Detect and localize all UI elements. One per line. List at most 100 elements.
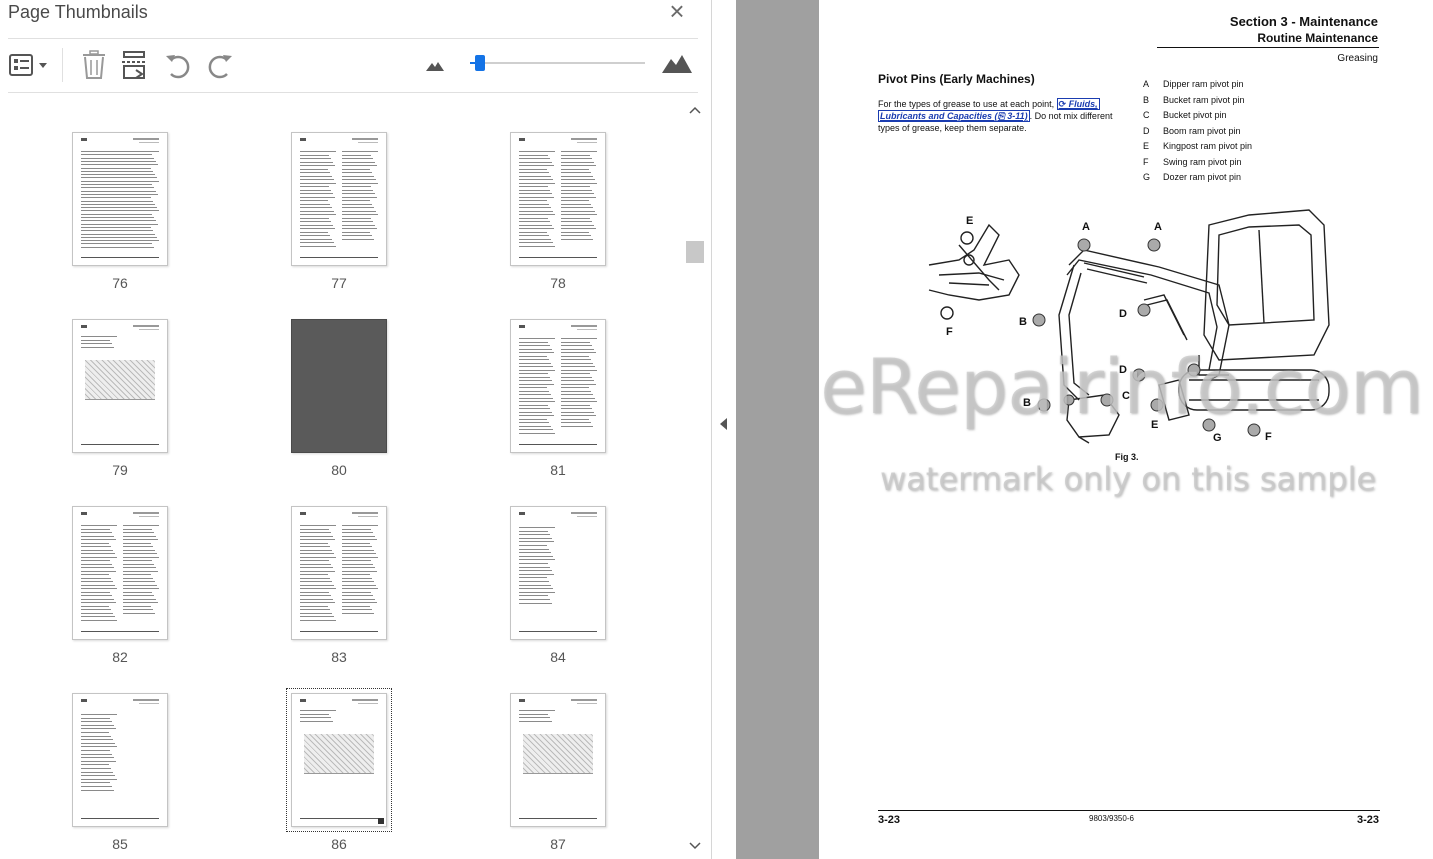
thumbnail-text-line bbox=[342, 563, 373, 565]
thumbnail-options-button[interactable] bbox=[8, 50, 50, 82]
page-thumbnail-76[interactable] bbox=[72, 132, 168, 266]
thumbnail-text-line bbox=[300, 172, 330, 173]
thumbnail-decor bbox=[577, 329, 597, 330]
grease-instructions: For the types of grease to use at each p… bbox=[878, 98, 1118, 134]
mountain-large-icon bbox=[662, 55, 692, 73]
thumbnail-text-line bbox=[81, 200, 153, 202]
rotate-cw-button[interactable] bbox=[205, 50, 235, 82]
slider-thumb[interactable] bbox=[475, 55, 485, 71]
thumbnail-text-line bbox=[300, 203, 330, 205]
thumbnail-text-line bbox=[300, 245, 336, 247]
thumbnail-text-line bbox=[81, 584, 115, 586]
page-thumbnail-86[interactable] bbox=[286, 688, 392, 832]
thumbnail-text-line bbox=[561, 362, 593, 364]
thumbnail-text-line bbox=[81, 724, 114, 726]
page-number-label: 87 bbox=[550, 836, 566, 852]
page-thumbnail-87[interactable] bbox=[510, 693, 606, 827]
scroll-up-arrow[interactable] bbox=[686, 101, 704, 119]
page-thumbnail-78[interactable] bbox=[510, 132, 606, 266]
rotate-ccw-button[interactable] bbox=[163, 50, 193, 82]
panel-splitter[interactable] bbox=[712, 0, 736, 859]
thumbnail-text-line bbox=[81, 157, 154, 159]
scroll-down-arrow[interactable] bbox=[686, 837, 704, 855]
thumbnail-text-line bbox=[81, 619, 117, 621]
thumbnail-text-line bbox=[561, 158, 592, 159]
legend-key: G bbox=[1143, 172, 1151, 182]
legend-label: Swing ram pivot pin bbox=[1163, 156, 1242, 167]
thumbnail-decor bbox=[300, 699, 306, 702]
thumbnail-text-line bbox=[342, 560, 371, 561]
thumbnail-text-line bbox=[519, 352, 554, 353]
thumbnail-text-line bbox=[342, 221, 373, 222]
thumbnail-text-line bbox=[81, 591, 110, 593]
zoom-out-thumbnails-button[interactable] bbox=[425, 58, 445, 90]
thumbnail-text-line bbox=[300, 619, 336, 621]
thumbnail-text-line bbox=[561, 387, 589, 388]
thumbnail-text-line bbox=[300, 168, 328, 170]
thumbnail-text-line bbox=[561, 376, 592, 378]
thumbnail-text-line bbox=[123, 584, 157, 586]
thumbnail-text-line bbox=[300, 567, 333, 568]
thumbnail-text-line bbox=[300, 189, 331, 191]
label-g1: G bbox=[1213, 432, 1222, 444]
thumbnail-text-line bbox=[300, 528, 329, 530]
page-thumbnail-77[interactable] bbox=[291, 132, 387, 266]
thumbnail-text-line bbox=[300, 598, 333, 600]
thumbnail-size-slider[interactable] bbox=[470, 55, 645, 71]
scrollbar-thumb[interactable] bbox=[686, 241, 704, 263]
page-thumbnail-82[interactable] bbox=[72, 506, 168, 640]
thumbnail-text-line bbox=[519, 228, 554, 229]
thumbnail-text-line bbox=[81, 528, 110, 530]
thumbnail-text-line bbox=[81, 549, 113, 551]
collapse-panel-arrow-icon[interactable] bbox=[720, 418, 727, 430]
thumbnail-decor bbox=[519, 818, 597, 819]
thumbnail-text-line bbox=[561, 352, 596, 353]
fluids-link[interactable]: ⟳ Fluids, bbox=[1056, 98, 1100, 110]
thumbnail-text-line bbox=[300, 200, 328, 201]
thumbnail-decor bbox=[352, 138, 378, 140]
legend-row: B Bucket ram pivot pin bbox=[1143, 95, 1245, 105]
thumbnail-text-line bbox=[300, 616, 334, 617]
page-number-label: 82 bbox=[112, 649, 128, 665]
page-thumbnail-84[interactable] bbox=[510, 506, 606, 640]
thumbnail-decor bbox=[133, 138, 159, 140]
thumbnail-text-line bbox=[342, 539, 377, 540]
page-thumbnail-80[interactable] bbox=[291, 319, 387, 453]
thumbnail-text-line bbox=[81, 207, 157, 209]
page-number-label: 81 bbox=[550, 462, 566, 478]
thumbnail-text-line bbox=[300, 221, 331, 222]
thumbnail-text-line bbox=[81, 735, 111, 737]
lubricants-capacities-link[interactable]: Lubricants and Capacities (⎘ 3-11) bbox=[878, 110, 1030, 122]
thumbnail-text-line bbox=[342, 224, 375, 226]
label-a2: A bbox=[1154, 221, 1162, 233]
legend-label: Kingpost ram pivot pin bbox=[1163, 141, 1253, 151]
thumbnail-decor bbox=[571, 699, 597, 701]
thumbnail-decor bbox=[358, 142, 378, 143]
thumbnail-text-line bbox=[81, 203, 155, 205]
page-thumbnail-85[interactable] bbox=[72, 693, 168, 827]
thumbnail-text-line bbox=[123, 595, 154, 596]
page-thumbnail-79[interactable] bbox=[72, 319, 168, 453]
thumbnail-text-line bbox=[81, 775, 115, 777]
thumbnail-text-line bbox=[300, 154, 329, 156]
thumbnail-text-line bbox=[561, 235, 591, 236]
thumbnail-text-line bbox=[561, 179, 595, 180]
page-thumbnail-83[interactable] bbox=[291, 506, 387, 640]
legend-key: A bbox=[1143, 79, 1150, 89]
page-thumbnail-81[interactable] bbox=[510, 319, 606, 453]
thumbnail-text-line bbox=[81, 151, 159, 152]
thumbnail-text-line bbox=[300, 186, 329, 187]
thumbnail-text-line bbox=[342, 165, 377, 166]
thumbnail-text-line bbox=[519, 189, 550, 191]
thumbnail-grid: 76 77 78 79 80 81 82 83 84 85 86 87 bbox=[0, 95, 684, 859]
thumbnail-text-line bbox=[561, 228, 596, 229]
close-panel-button[interactable]: × bbox=[664, 0, 690, 26]
thumbnail-text-line bbox=[300, 581, 332, 582]
zoom-in-thumbnails-button[interactable] bbox=[661, 52, 693, 84]
delete-pages-button[interactable] bbox=[80, 50, 108, 82]
footer-doc-number: 9803/9350-6 bbox=[1089, 814, 1134, 823]
page-number-label: 78 bbox=[550, 275, 566, 291]
thumbnails-scrollbar[interactable] bbox=[686, 95, 704, 859]
pdf-viewer-window: Page Thumbnails × 76 77 78 79 80 81 82 8… bbox=[0, 0, 1433, 859]
extract-pages-button[interactable] bbox=[120, 50, 150, 82]
